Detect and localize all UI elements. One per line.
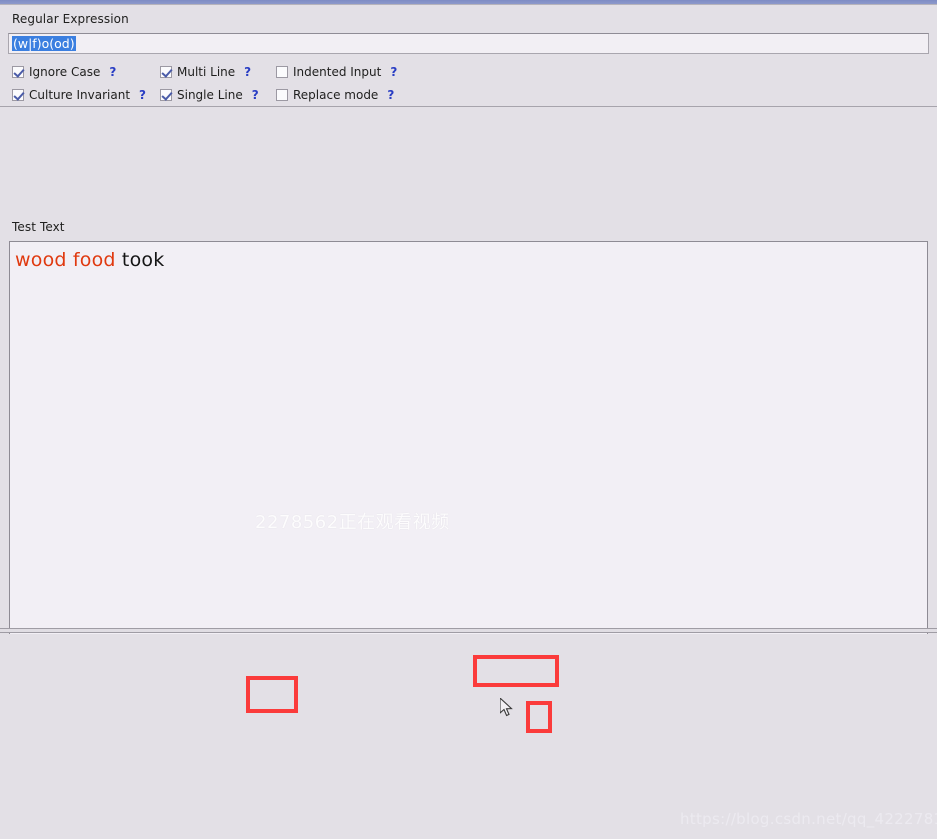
option-culture-invariant[interactable]: Culture Invariant ? bbox=[12, 88, 146, 102]
help-icon-ignore-case[interactable]: ? bbox=[109, 65, 116, 79]
help-icon-single-line[interactable]: ? bbox=[252, 88, 259, 102]
panel-splitter[interactable] bbox=[0, 628, 937, 633]
option-label-multi-line: Multi Line bbox=[177, 65, 236, 79]
help-icon-replace-mode[interactable]: ? bbox=[387, 88, 394, 102]
regular-expression-value: (w|f)o(od) bbox=[12, 36, 76, 51]
test-results-panel: Test Results Match Position Length Group… bbox=[0, 634, 937, 839]
option-multi-line[interactable]: Multi Line ? bbox=[160, 65, 251, 79]
checkbox-multi-line[interactable] bbox=[160, 66, 172, 78]
test-text-content: wood food took bbox=[15, 247, 164, 273]
help-icon-culture-invariant[interactable]: ? bbox=[139, 88, 146, 102]
option-label-ignore-case: Ignore Case bbox=[29, 65, 101, 79]
help-icon-indented-input[interactable]: ? bbox=[390, 65, 397, 79]
help-icon-multi-line[interactable]: ? bbox=[244, 65, 251, 79]
checkbox-ignore-case[interactable] bbox=[12, 66, 24, 78]
test-text-matched-segment: wood food bbox=[15, 249, 116, 271]
regex-tester-window: Regular Expression (w|f)o(od) Ignore Cas… bbox=[0, 0, 937, 839]
option-ignore-case[interactable]: Ignore Case ? bbox=[12, 65, 116, 79]
window-titlebar-strip bbox=[0, 0, 937, 5]
regular-expression-input[interactable]: (w|f)o(od) bbox=[8, 33, 929, 54]
option-single-line[interactable]: Single Line ? bbox=[160, 88, 259, 102]
option-indented-input[interactable]: Indented Input ? bbox=[276, 65, 397, 79]
regular-expression-panel: Regular Expression (w|f)o(od) Ignore Cas… bbox=[0, 6, 937, 107]
option-label-single-line: Single Line bbox=[177, 88, 243, 102]
checkbox-replace-mode[interactable] bbox=[276, 89, 288, 101]
checkbox-indented-input[interactable] bbox=[276, 66, 288, 78]
test-text-panel: Test Text wood food took bbox=[0, 108, 937, 729]
option-label-culture-invariant: Culture Invariant bbox=[29, 88, 131, 102]
option-label-replace-mode: Replace mode bbox=[293, 88, 379, 102]
option-label-indented-input: Indented Input bbox=[293, 65, 382, 79]
test-text-plain-segment: took bbox=[115, 249, 165, 271]
checkbox-single-line[interactable] bbox=[160, 89, 172, 101]
test-text-label: Test Text bbox=[12, 220, 65, 234]
option-replace-mode[interactable]: Replace mode ? bbox=[276, 88, 394, 102]
checkbox-culture-invariant[interactable] bbox=[12, 89, 24, 101]
regular-expression-label: Regular Expression bbox=[12, 12, 129, 26]
